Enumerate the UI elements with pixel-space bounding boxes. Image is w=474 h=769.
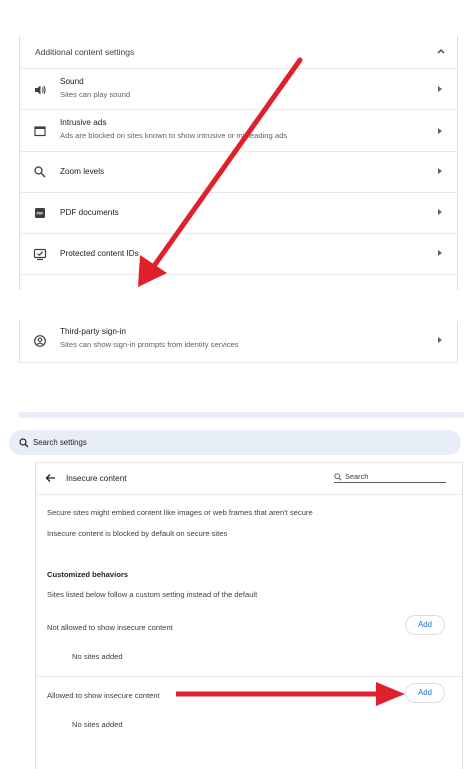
annotation-arrow-horizontal [176,682,405,706]
annotation-arrow-diagonal [138,57,303,287]
annotation-arrows [138,57,405,706]
